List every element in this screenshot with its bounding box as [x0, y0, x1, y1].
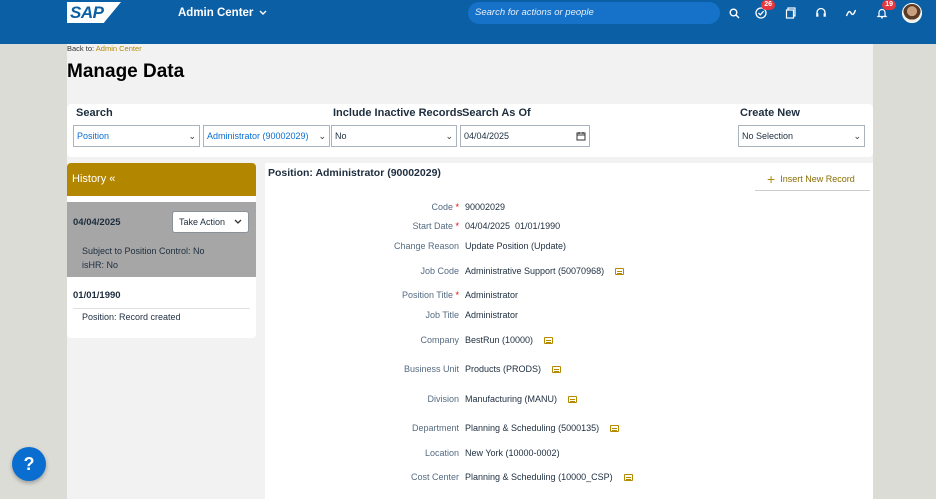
joule-icon[interactable]	[843, 6, 859, 20]
field-row-job-title: Job Title Administrator	[265, 310, 873, 324]
field-row-division: Division Manufacturing (MANU)	[265, 394, 873, 408]
take-action-label: Take Action	[179, 217, 226, 227]
field-value: New York (10000-0002)	[465, 448, 560, 458]
required-icon: *	[455, 202, 459, 212]
search-label: Search	[76, 107, 113, 119]
field-label: Department	[411, 423, 459, 433]
breadcrumb-prefix: Back to:	[67, 44, 95, 53]
required-icon: *	[455, 221, 459, 231]
field-value: 04/04/2025 01/01/1990	[465, 221, 561, 231]
search-icon[interactable]	[726, 6, 742, 20]
chevron-down-icon	[259, 10, 267, 15]
history-entry-date[interactable]: 01/01/1990	[73, 290, 121, 301]
history-entry-detail: Position: Record created	[82, 312, 181, 322]
divider	[73, 308, 250, 309]
search-value-select[interactable]: Administrator (90002029) ⌄	[203, 125, 330, 147]
field-label: Code *	[431, 202, 459, 212]
field-label: Job Code	[420, 266, 459, 276]
chevron-down-icon: ⌄	[318, 130, 326, 141]
search-as-of-date-input[interactable]: 04/04/2025	[460, 125, 590, 147]
field-value: 90002029	[465, 202, 506, 212]
history-entry-date[interactable]: 04/04/2025	[73, 217, 121, 228]
business-card-icon[interactable]	[552, 365, 562, 373]
field-label: Cost Center	[410, 472, 459, 482]
field-row-change-reason: Change Reason Update Position (Update)	[265, 241, 873, 255]
search-type-select[interactable]: Position ⌄	[73, 125, 200, 147]
field-label: Division	[427, 394, 459, 404]
page-title: Manage Data	[67, 61, 185, 82]
breadcrumb: Back to: Admin Center	[67, 44, 142, 53]
field-row-cost-center: Cost Center Planning & Scheduling (10000…	[265, 472, 873, 486]
business-card-icon[interactable]	[544, 336, 554, 344]
search-value: Administrator (90002029)	[207, 131, 309, 141]
business-card-icon[interactable]	[615, 267, 625, 275]
inactive-records-label: Include Inactive Records	[333, 107, 463, 119]
search-as-of-label: Search As Of	[462, 107, 531, 119]
field-row-code: Code * 90002029	[265, 202, 873, 216]
create-new-value: No Selection	[742, 131, 794, 141]
field-value: Products (PRODS)	[465, 364, 562, 374]
breadcrumb-link-admin-center[interactable]: Admin Center	[96, 44, 142, 53]
help-icon: ?	[23, 453, 35, 474]
field-label: Change Reason	[393, 241, 459, 251]
history-entry-detail: isHR: No	[82, 260, 119, 270]
global-search-input[interactable]: Search for actions or people	[468, 2, 720, 24]
create-new-label: Create New	[740, 107, 800, 119]
field-value: Planning & Scheduling (5000135)	[465, 423, 620, 433]
field-value: Administrative Support (50070968)	[465, 266, 625, 276]
help-button[interactable]: ?	[12, 447, 46, 481]
chevron-down-icon	[234, 219, 242, 224]
field-row-business-unit: Business Unit Products (PRODS)	[265, 364, 873, 378]
search-type-value: Position	[77, 131, 110, 141]
field-label: Business Unit	[403, 364, 459, 374]
field-value: Planning & Scheduling (10000_CSP)	[465, 472, 633, 482]
field-row-position-title: Position Title * Administrator	[265, 290, 873, 304]
field-row-company: Company BestRun (10000)	[265, 335, 873, 349]
field-label: Location	[424, 448, 459, 458]
create-new-select[interactable]: No Selection ⌄	[738, 125, 865, 147]
field-label: Start Date *	[412, 221, 459, 231]
todo-badge: 26	[761, 0, 775, 10]
copy-icon[interactable]	[783, 6, 799, 20]
history-title: History «	[72, 173, 116, 185]
history-entry-detail: Subject to Position Control: No	[82, 246, 205, 256]
user-avatar[interactable]	[902, 3, 922, 23]
take-action-button[interactable]: Take Action	[172, 211, 249, 233]
business-card-icon[interactable]	[610, 424, 620, 432]
chevron-down-icon: ⌄	[853, 130, 861, 141]
chevron-down-icon: ⌄	[445, 130, 453, 141]
field-value: Administrator	[465, 310, 519, 320]
bell-icon[interactable]: 19	[874, 0, 896, 20]
chevron-down-icon: ⌄	[188, 130, 196, 141]
field-row-department: Department Planning & Scheduling (500013…	[265, 423, 873, 437]
inactive-records-value: No	[335, 131, 347, 141]
app-switcher[interactable]: Admin Center	[178, 7, 267, 19]
todo-icon[interactable]: 26	[753, 0, 775, 20]
field-value: BestRun (10000)	[465, 335, 554, 345]
field-label: Company	[420, 335, 459, 345]
field-value: Update Position (Update)	[465, 241, 567, 251]
field-row-job-code: Job Code Administrative Support (5007096…	[265, 266, 873, 280]
detail-title: Position: Administrator (90002029)	[268, 167, 441, 179]
field-label: Position Title *	[401, 290, 459, 300]
field-value: Manufacturing (MANU)	[465, 394, 578, 404]
field-value: Administrator	[465, 290, 519, 300]
notification-badge: 19	[882, 0, 896, 10]
app-title: Admin Center	[178, 7, 254, 19]
inactive-records-select[interactable]: No ⌄	[331, 125, 457, 147]
business-card-icon[interactable]	[568, 395, 578, 403]
required-icon: *	[455, 290, 459, 300]
search-as-of-value: 04/04/2025	[464, 131, 510, 141]
business-card-icon[interactable]	[623, 473, 633, 481]
calendar-icon[interactable]	[576, 131, 586, 141]
add-icon: +	[767, 170, 776, 187]
headset-icon[interactable]	[813, 6, 829, 20]
field-row-location: Location New York (10000-0002)	[265, 448, 873, 462]
field-label: Job Title	[425, 310, 459, 320]
insert-new-record-label: Insert New Record	[780, 173, 855, 184]
history-toggle[interactable]: History «	[67, 163, 256, 196]
field-row-start-date: Start Date * 04/04/2025 01/01/1990	[265, 221, 873, 235]
insert-new-record-button[interactable]: + Insert New Record	[755, 167, 870, 191]
